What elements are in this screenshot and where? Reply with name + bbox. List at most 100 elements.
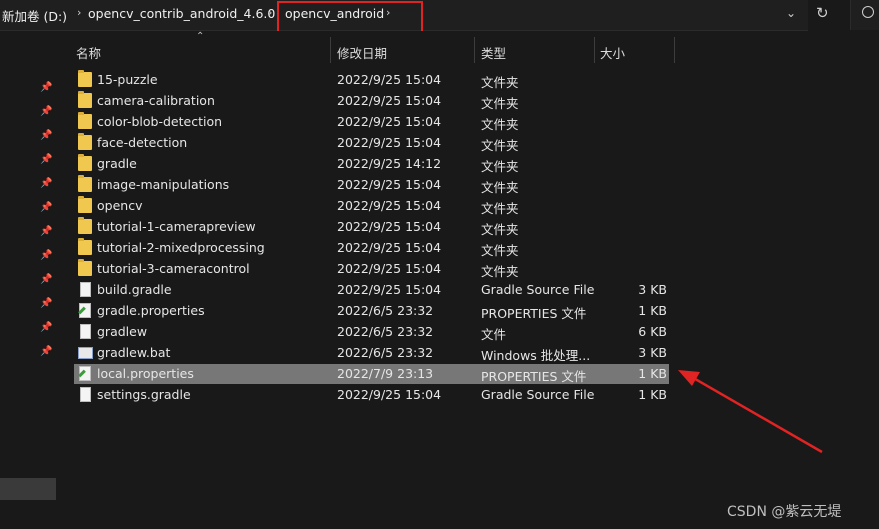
folder-icon: [78, 217, 92, 234]
refresh-icon[interactable]: ↻: [816, 4, 829, 22]
pin-icon[interactable]: 📌: [40, 82, 52, 93]
file-size: 6 KB: [638, 324, 667, 339]
file-modified: 2022/9/25 15:04: [337, 261, 442, 276]
file-name: face-detection: [97, 135, 188, 150]
file-type: 文件夹: [481, 138, 519, 153]
file-modified: 2022/9/25 15:04: [337, 387, 442, 402]
file-type: 文件夹: [481, 159, 519, 174]
file-modified: 2022/9/25 15:04: [337, 198, 442, 213]
folder-icon: [78, 238, 92, 255]
folder-icon: [78, 112, 92, 129]
breadcrumb-contrib-folder[interactable]: opencv_contrib_android_4.6.0: [88, 6, 275, 21]
pin-icon[interactable]: 📌: [40, 322, 52, 333]
file-type: Gradle Source File: [481, 387, 595, 402]
file-size: 1 KB: [638, 303, 667, 318]
file-modified: 2022/7/9 23:13: [337, 366, 434, 381]
folder-icon: [78, 154, 92, 171]
file-modified: 2022/9/25 15:04: [337, 219, 442, 234]
pin-icon[interactable]: 📌: [40, 130, 52, 141]
column-type[interactable]: 类型: [481, 43, 506, 62]
file-name: opencv: [97, 198, 143, 213]
chevron-right-icon[interactable]: ›: [268, 6, 272, 19]
navigation-pane: 📌 📌 📌 📌 📌 📌 📌 📌 📌 📌 📌 📌: [0, 31, 58, 529]
annotation-highlight-box: [277, 1, 423, 33]
file-row[interactable]: 15-puzzle 2022/9/25 15:04 文件夹: [74, 70, 669, 90]
file-modified: 2022/6/5 23:32: [337, 345, 434, 360]
file-type: 文件夹: [481, 117, 519, 132]
file-modified: 2022/9/25 15:04: [337, 240, 442, 255]
properties-file-icon: [79, 366, 91, 381]
file-name: local.properties: [97, 366, 194, 381]
pin-icon[interactable]: 📌: [40, 154, 52, 165]
file-row[interactable]: build.gradle 2022/9/25 15:04 Gradle Source…: [74, 280, 669, 300]
file-type: PROPERTIES 文件: [481, 306, 587, 321]
folder-icon: [78, 91, 92, 108]
file-row[interactable]: gradlew.bat 2022/6/5 23:32 Windows 批处理... 3…: [74, 343, 669, 363]
column-name[interactable]: 名称: [76, 43, 101, 62]
pin-icon[interactable]: 📌: [40, 298, 52, 309]
chevron-right-icon[interactable]: ›: [77, 6, 81, 19]
file-size: 1 KB: [638, 366, 667, 381]
file-row[interactable]: gradle 2022/9/25 14:12 文件夹: [74, 154, 669, 174]
file-name: gradlew: [97, 324, 148, 339]
file-row[interactable]: image-manipulations 2022/9/25 15:04 文件夹: [74, 175, 669, 195]
file-type: Gradle Source File: [481, 282, 595, 297]
column-header: ⌃ 名称 修改日期 类型 大小: [58, 31, 879, 65]
folder-icon: [78, 133, 92, 150]
column-divider[interactable]: [474, 37, 475, 63]
column-divider[interactable]: [674, 37, 675, 63]
file-type: 文件夹: [481, 180, 519, 195]
file-type: 文件夹: [481, 201, 519, 216]
column-modified[interactable]: 修改日期: [337, 43, 387, 62]
folder-icon: [78, 70, 92, 87]
file-row[interactable]: tutorial-3-cameracontrol 2022/9/25 15:04 文…: [74, 259, 669, 279]
file-name: color-blob-detection: [97, 114, 223, 129]
folder-icon: [78, 259, 92, 276]
file-type: 文件夹: [481, 264, 519, 279]
file-type: 文件夹: [481, 75, 519, 90]
file-modified: 2022/9/25 15:04: [337, 93, 442, 108]
address-dropdown-icon[interactable]: ⌄: [786, 6, 796, 20]
file-row[interactable]: color-blob-detection 2022/9/25 15:04 文件夹: [74, 112, 669, 132]
nav-item-selected[interactable]: [0, 478, 56, 500]
file-type: 文件夹: [481, 96, 519, 111]
column-divider[interactable]: [330, 37, 331, 63]
file-icon: [80, 324, 91, 339]
file-size: 3 KB: [638, 345, 667, 360]
pin-icon[interactable]: 📌: [40, 250, 52, 261]
file-name: build.gradle: [97, 282, 172, 297]
pin-icon[interactable]: 📌: [40, 202, 52, 213]
folder-icon: [78, 175, 92, 192]
column-divider[interactable]: [594, 37, 595, 63]
file-modified: 2022/6/5 23:32: [337, 303, 434, 318]
file-row[interactable]: gradle.properties 2022/6/5 23:32 PROPERTIE…: [74, 301, 669, 321]
file-name: gradle: [97, 156, 137, 171]
search-icon: [862, 6, 874, 18]
pin-icon[interactable]: 📌: [40, 226, 52, 237]
file-type: 文件: [481, 327, 507, 342]
pin-icon[interactable]: 📌: [40, 178, 52, 189]
file-name: tutorial-3-cameracontrol: [97, 261, 250, 276]
file-icon: [80, 282, 91, 297]
file-row[interactable]: local.properties 2022/7/9 23:13 PROPERTIES…: [74, 364, 669, 384]
file-row[interactable]: opencv 2022/9/25 15:04 文件夹: [74, 196, 669, 216]
address-bar: 新加卷 (D:) › opencv_contrib_android_4.6.0 …: [0, 0, 879, 33]
properties-file-icon: [79, 303, 91, 318]
search-input[interactable]: [850, 0, 879, 30]
file-row[interactable]: tutorial-1-camerapreview 2022/9/25 15:04 文…: [74, 217, 669, 237]
breadcrumb-drive[interactable]: 新加卷 (D:): [2, 6, 67, 25]
file-row[interactable]: settings.gradle 2022/9/25 15:04 Gradle Sou…: [74, 385, 669, 405]
file-row[interactable]: face-detection 2022/9/25 15:04 文件夹: [74, 133, 669, 153]
column-size[interactable]: 大小: [600, 43, 625, 62]
pin-icon[interactable]: 📌: [40, 106, 52, 117]
pin-icon[interactable]: 📌: [40, 346, 52, 357]
file-row[interactable]: gradlew 2022/6/5 23:32 文件 6 KB: [74, 322, 669, 342]
pin-icon[interactable]: 📌: [40, 274, 52, 285]
file-row[interactable]: camera-calibration 2022/9/25 15:04 文件夹: [74, 91, 669, 111]
file-row[interactable]: tutorial-2-mixedprocessing 2022/9/25 15:0…: [74, 238, 669, 258]
file-type: PROPERTIES 文件: [481, 369, 587, 384]
file-type: 文件夹: [481, 222, 519, 237]
file-name: settings.gradle: [97, 387, 191, 402]
folder-icon: [78, 196, 92, 213]
batch-file-icon: [78, 347, 93, 359]
